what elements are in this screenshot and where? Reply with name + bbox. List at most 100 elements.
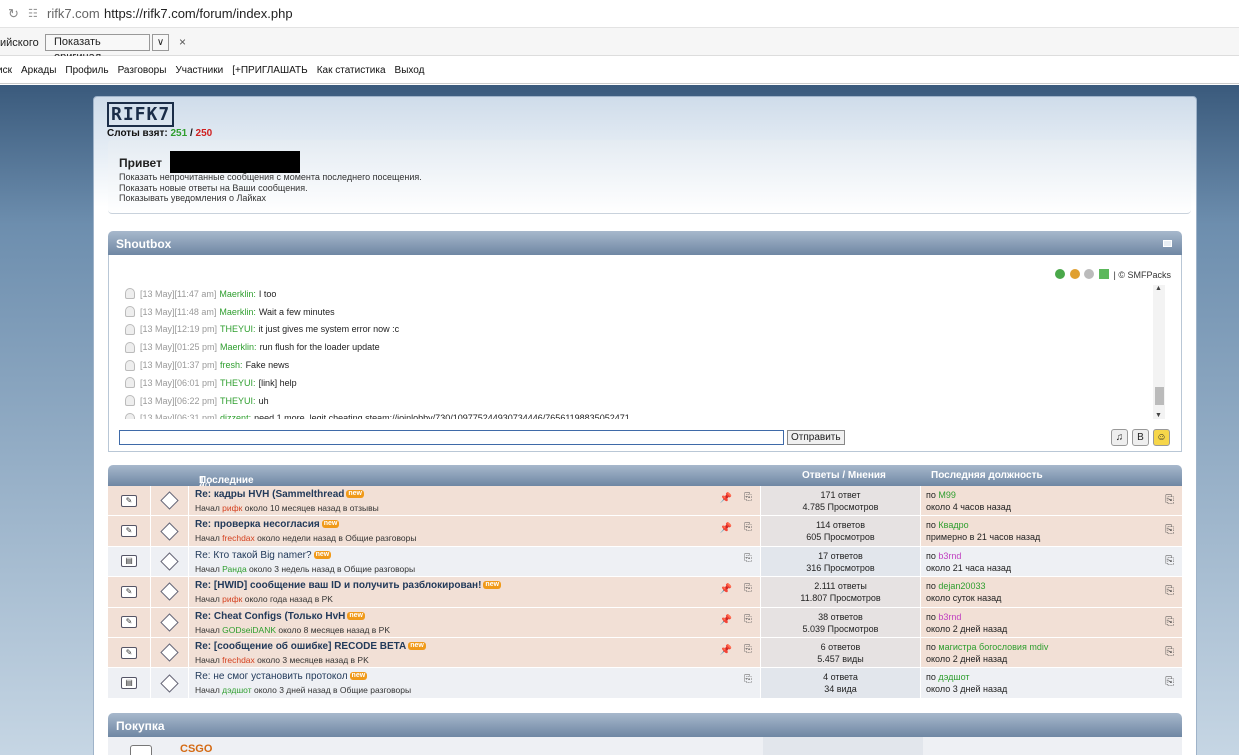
topic-type-cell	[151, 546, 189, 577]
new-badge[interactable]: new	[313, 550, 332, 559]
new-badge[interactable]: new	[321, 520, 340, 529]
shoutbox-scrollbar[interactable]: ▲ ▼	[1153, 285, 1165, 419]
topic-author[interactable]: frechdax	[222, 533, 255, 543]
last-post-link-icon[interactable]: ⎘	[1165, 524, 1174, 536]
multipage-icon[interactable]: ⎘	[744, 492, 752, 503]
topic-author[interactable]: рифк	[222, 503, 242, 513]
shout-user[interactable]: fresh:	[220, 360, 243, 370]
table-row[interactable]: ▤ Re: не смог установить протокол new Начал…	[108, 668, 1182, 699]
topic-title[interactable]: Re: проверка несогласия new	[195, 519, 340, 530]
last-post-user[interactable]: dejan20033	[938, 581, 985, 591]
multipage-icon[interactable]: ⎘	[744, 553, 752, 564]
new-badge[interactable]: new	[346, 490, 364, 498]
menu-item[interactable]: Аркады	[21, 65, 56, 76]
menu-item[interactable]: [+ПРИГЛАШАТЬ	[232, 65, 307, 76]
menu-item[interactable]: Выход	[395, 65, 425, 76]
reload-icon[interactable]: ↻	[8, 6, 19, 22]
history-icon[interactable]	[1084, 269, 1095, 279]
topic-title[interactable]: Re: Кто такой Big namer? new	[195, 550, 332, 561]
scroll-up-icon[interactable]: ▲	[1155, 285, 1162, 292]
topic-author[interactable]: GODseiDANK	[222, 625, 276, 635]
last-post-user[interactable]: b3rnd	[938, 612, 961, 622]
table-row[interactable]: ✎ Re: Cheat Configs (Только HvH new Начал G…	[108, 607, 1182, 638]
last-post-link-icon[interactable]: ⎘	[1165, 646, 1174, 658]
send-button[interactable]: Отправить	[787, 430, 845, 445]
shout-user[interactable]: THEYUI:	[220, 378, 256, 388]
likes-notifications-link[interactable]: Показывать уведомления о Лайках	[119, 193, 422, 204]
unread-link[interactable]: Показать непрочитанные сообщения с момен…	[119, 172, 422, 183]
shout-message: [13 May][12:19 pm] THEYUI: it just gives m…	[125, 321, 1135, 339]
multipage-icon[interactable]: ⎘	[744, 614, 752, 625]
refresh-icon[interactable]	[1055, 269, 1066, 279]
bbcode-icon[interactable]: B	[1132, 429, 1149, 446]
new-badge[interactable]: new	[483, 581, 502, 590]
pin-icon: 📌	[719, 523, 732, 535]
logo-text[interactable]: RIFK7	[107, 102, 175, 127]
topic-author[interactable]: дэдшот	[222, 685, 251, 695]
site-info-icon[interactable]: ☷	[28, 7, 38, 20]
new-badge[interactable]: new	[349, 672, 368, 681]
scroll-thumb[interactable]	[1155, 387, 1164, 405]
new-badge[interactable]: new	[347, 611, 366, 620]
shout-text: Wait a few minutes	[258, 306, 335, 317]
forum-name[interactable]: CSGO	[180, 743, 212, 755]
close-translate-icon[interactable]: ×	[179, 35, 186, 49]
translate-dropdown-icon[interactable]: ∨	[152, 34, 169, 51]
multipage-icon[interactable]: ⎘	[744, 522, 752, 533]
forum-row-csgo[interactable]: CSGO	[108, 737, 1182, 755]
multipage-icon[interactable]: ⎘	[744, 674, 752, 685]
table-row[interactable]: ✎ Re: [HWID] сообщение ваш ID и получить …	[108, 577, 1182, 608]
multipage-icon[interactable]: ⎘	[744, 583, 752, 594]
table-row[interactable]: ✎ Re: [сообщение об ошибке] RECODE BETA ne…	[108, 637, 1182, 669]
show-original-button[interactable]: Показать оригинал	[45, 34, 150, 63]
new-badge[interactable]: new	[408, 641, 426, 650]
multipage-icon[interactable]: ⎘	[744, 644, 752, 655]
shout-user[interactable]: Maerklin:	[219, 289, 256, 299]
shout-user[interactable]: THEYUI:	[220, 324, 256, 334]
topic-title[interactable]: Re: кадры HVH (Sammelthread new	[195, 489, 364, 500]
topic-title[interactable]: Re: [HWID] сообщение ваш ID и получить р…	[195, 580, 502, 591]
menu-item[interactable]: Как статистика	[317, 65, 386, 76]
table-row[interactable]: ▤ Re: Кто такой Big namer? new Начал Ранда …	[108, 546, 1182, 578]
table-row[interactable]: ✎ Re: проверка несогласия new Начал frechda…	[108, 516, 1182, 547]
smiley-icon[interactable]: ☺	[1153, 429, 1170, 446]
last-post-user[interactable]: магистра богословия mdiv	[938, 642, 1048, 652]
topic-started-by: Начал рифк около года назад в PK	[195, 594, 333, 605]
new-replies-link[interactable]: Показать новые ответы на Ваши сообщения.	[119, 183, 422, 194]
last-post-link-icon[interactable]: ⎘	[1165, 616, 1174, 628]
sound-icon[interactable]: ♫	[1111, 429, 1128, 446]
topic-title[interactable]: Re: не смог установить протокол new	[195, 671, 368, 682]
shout-user[interactable]: dizzent:	[220, 413, 251, 419]
table-row[interactable]: ✎ Re: кадры HVH (Sammelthread new Начал риф…	[108, 486, 1182, 517]
last-post-link-icon[interactable]: ⎘	[1165, 494, 1174, 506]
last-post-user[interactable]: M99	[938, 490, 956, 500]
last-post-link-icon[interactable]: ⎘	[1165, 676, 1174, 688]
topic-title[interactable]: Re: Cheat Configs (Только HvH new	[195, 611, 366, 622]
menu-item[interactable]: Профиль	[65, 65, 108, 76]
last-post-user[interactable]: Квадро	[938, 520, 968, 530]
menu-item[interactable]: Разговоры	[118, 65, 167, 76]
shout-user[interactable]: THEYUI:	[220, 396, 256, 406]
topic-author[interactable]: Ранда	[222, 564, 247, 574]
shoutbox-input[interactable]	[119, 430, 784, 445]
last-post-user[interactable]: дэдшот	[938, 672, 969, 682]
last-post-user[interactable]: b3rnd	[938, 551, 961, 561]
topic-status-cell: ✎	[108, 486, 151, 516]
scroll-down-icon[interactable]: ▼	[1155, 412, 1162, 419]
menu-item[interactable]: иск	[0, 65, 12, 76]
topic-title[interactable]: Re: [сообщение об ошибке] RECODE BETA new	[195, 641, 426, 652]
shout-user[interactable]: Maerklin:	[220, 342, 257, 352]
shout-user[interactable]: Maerklin:	[219, 307, 256, 317]
url-text[interactable]: https://rifk7.com/forum/index.php	[104, 6, 293, 21]
site-logo[interactable]: RIFK7	[107, 102, 175, 127]
menu-item[interactable]: Участники	[175, 65, 223, 76]
topic-author[interactable]: frechdax	[222, 655, 255, 665]
expand-icon[interactable]	[1099, 269, 1109, 279]
last-post-link-icon[interactable]: ⎘	[1165, 555, 1174, 567]
topic-type-cell	[151, 486, 189, 516]
last-post-link-icon[interactable]: ⎘	[1165, 585, 1174, 597]
topic-author[interactable]: рифк	[222, 594, 242, 604]
edit-icon[interactable]	[1069, 269, 1080, 279]
url-domain[interactable]: rifk7.com	[47, 6, 100, 21]
collapse-icon[interactable]	[1163, 240, 1172, 247]
